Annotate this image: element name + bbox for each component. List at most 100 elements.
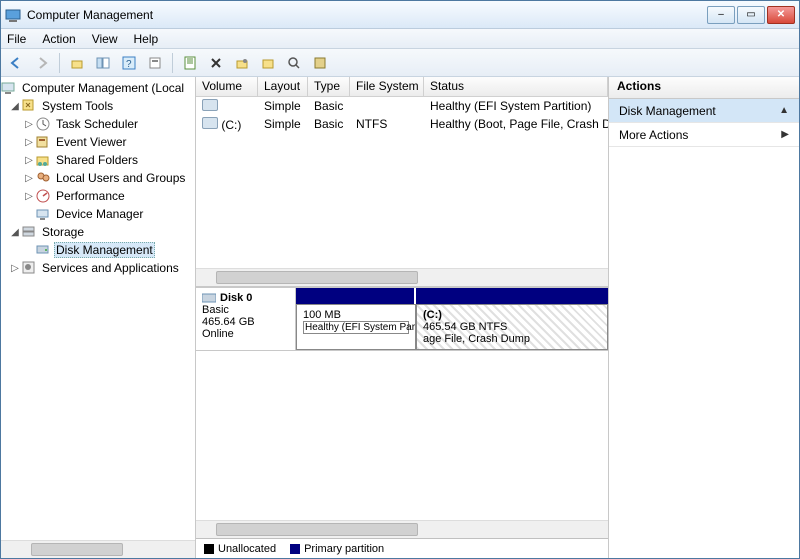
tree-local-users[interactable]: ▷ Local Users and Groups xyxy=(1,169,195,187)
partition-status: age File, Crash Dump xyxy=(423,333,601,345)
actions-pane: Actions Disk Management ▲ More Actions ▶ xyxy=(609,77,799,558)
folder-share-icon xyxy=(35,152,51,168)
col-filesystem[interactable]: File System xyxy=(350,77,424,96)
collapse-icon[interactable]: ◢ xyxy=(9,101,21,112)
menu-action[interactable]: Action xyxy=(42,32,75,46)
forward-button[interactable] xyxy=(31,52,53,74)
minimize-button[interactable]: – xyxy=(707,6,735,24)
disk-row[interactable]: Disk 0 Basic 465.64 GB Online 100 MB xyxy=(196,288,608,351)
maximize-button[interactable]: ▭ xyxy=(737,6,765,24)
cell-layout: Simple xyxy=(258,99,308,113)
tree-task-scheduler[interactable]: ▷ Task Scheduler xyxy=(1,115,195,133)
computer-management-window: Computer Management – ▭ ✕ File Action Vi… xyxy=(0,0,800,559)
actions-section-diskmgmt[interactable]: Disk Management ▲ xyxy=(609,99,799,123)
settings-button[interactable] xyxy=(231,52,253,74)
partition-strip: 100 MB Healthy (EFI System Partition) (C… xyxy=(296,288,608,350)
expand-icon[interactable]: ▷ xyxy=(23,155,35,166)
col-status[interactable]: Status xyxy=(424,77,608,96)
volume-hscrollbar[interactable] xyxy=(196,268,608,286)
volume-list: Volume Layout Type File System Status Si… xyxy=(196,77,608,287)
disk-hscrollbar[interactable] xyxy=(196,520,608,538)
close-button[interactable]: ✕ xyxy=(767,6,795,24)
volume-row[interactable]: Simple Basic Healthy (EFI System Partiti… xyxy=(196,97,608,115)
event-icon xyxy=(35,134,51,150)
cell-type: Basic xyxy=(308,99,350,113)
volume-icon xyxy=(202,117,218,129)
volume-row[interactable]: (C:) Simple Basic NTFS Healthy (Boot, Pa… xyxy=(196,115,608,133)
expand-icon[interactable]: ▷ xyxy=(23,173,35,184)
tree-event-viewer[interactable]: ▷ Event Viewer xyxy=(1,133,195,151)
actions-header: Actions xyxy=(609,77,799,99)
show-hide-tree-button[interactable] xyxy=(92,52,114,74)
delete-button[interactable] xyxy=(205,52,227,74)
device-icon xyxy=(35,206,51,222)
tree-shared-folders[interactable]: ▷ Shared Folders xyxy=(1,151,195,169)
console-tree[interactable]: Computer Management (Local ◢ System Tool… xyxy=(1,77,195,540)
tree-device-manager[interactable]: Device Manager xyxy=(1,205,195,223)
disk-info: Disk 0 Basic 465.64 GB Online xyxy=(196,288,296,350)
disk-type: Basic xyxy=(202,304,289,316)
content-area: Computer Management (Local ◢ System Tool… xyxy=(1,77,799,558)
tree-label: Disk Management xyxy=(54,242,155,258)
cell-layout: Simple xyxy=(258,117,308,131)
svg-text:?: ? xyxy=(126,59,132,70)
menu-help[interactable]: Help xyxy=(134,32,159,46)
properties-button[interactable] xyxy=(144,52,166,74)
partition-efi[interactable]: 100 MB Healthy (EFI System Partition) xyxy=(296,304,416,350)
find-button[interactable] xyxy=(283,52,305,74)
tree-hscrollbar[interactable] xyxy=(1,540,195,558)
tree-root[interactable]: Computer Management (Local xyxy=(1,79,195,97)
tree-label: Computer Management (Local xyxy=(20,81,186,95)
tree-label: Event Viewer xyxy=(54,135,128,149)
expand-icon[interactable]: ▷ xyxy=(23,119,35,130)
partition-size: 465.54 GB NTFS xyxy=(423,321,601,333)
app-icon xyxy=(5,7,21,23)
actions-label: More Actions xyxy=(619,128,688,142)
actions-label: Disk Management xyxy=(619,104,716,118)
help-button[interactable]: ? xyxy=(118,52,140,74)
cell-status: Healthy (EFI System Partition) xyxy=(424,99,608,113)
col-volume[interactable]: Volume xyxy=(196,77,258,96)
expand-icon[interactable]: ▷ xyxy=(23,137,35,148)
open-button[interactable] xyxy=(257,52,279,74)
cell-status: Healthy (Boot, Page File, Crash Dum xyxy=(424,117,608,131)
tree-label: Performance xyxy=(54,189,127,203)
legend-unallocated: Unallocated xyxy=(204,543,276,555)
back-button[interactable] xyxy=(5,52,27,74)
tree-label: Task Scheduler xyxy=(54,117,140,131)
disk-graphical-view: Disk 0 Basic 465.64 GB Online 100 MB xyxy=(196,287,608,558)
tree-services-apps[interactable]: ▷ Services and Applications xyxy=(1,259,195,277)
tree-performance[interactable]: ▷ Performance xyxy=(1,187,195,205)
tree-system-tools[interactable]: ◢ System Tools xyxy=(1,97,195,115)
swatch-black-icon xyxy=(204,544,214,554)
menubar: File Action View Help xyxy=(1,29,799,49)
users-icon xyxy=(35,170,51,186)
menu-view[interactable]: View xyxy=(92,32,118,46)
action-button[interactable] xyxy=(309,52,331,74)
storage-icon xyxy=(21,224,37,240)
details-pane: Volume Layout Type File System Status Si… xyxy=(196,77,609,558)
expand-icon[interactable]: ▷ xyxy=(9,263,21,274)
collapse-icon: ▲ xyxy=(779,105,789,116)
actions-more[interactable]: More Actions ▶ xyxy=(609,123,799,147)
collapse-icon[interactable]: ◢ xyxy=(9,227,21,238)
disk-size: 465.64 GB xyxy=(202,316,289,328)
refresh-button[interactable] xyxy=(179,52,201,74)
col-layout[interactable]: Layout xyxy=(258,77,308,96)
expand-icon[interactable]: ▷ xyxy=(23,191,35,202)
menu-file[interactable]: File xyxy=(7,32,26,46)
volume-list-body[interactable]: Simple Basic Healthy (EFI System Partiti… xyxy=(196,97,608,268)
up-button[interactable] xyxy=(66,52,88,74)
tree-storage[interactable]: ◢ Storage xyxy=(1,223,195,241)
legend: Unallocated Primary partition xyxy=(196,538,608,558)
titlebar: Computer Management – ▭ ✕ xyxy=(1,1,799,29)
toolbar-separator xyxy=(59,53,60,73)
partition-c[interactable]: (C:) 465.54 GB NTFS age File, Crash Dump xyxy=(416,304,608,350)
tree-disk-management[interactable]: Disk Management xyxy=(1,241,195,259)
disk-drive-icon xyxy=(202,292,216,304)
col-type[interactable]: Type xyxy=(308,77,350,96)
cell-volume: (C:) xyxy=(221,118,241,132)
cell-fs: NTFS xyxy=(350,117,424,131)
toolbar-separator xyxy=(172,53,173,73)
console-tree-pane: Computer Management (Local ◢ System Tool… xyxy=(1,77,196,558)
